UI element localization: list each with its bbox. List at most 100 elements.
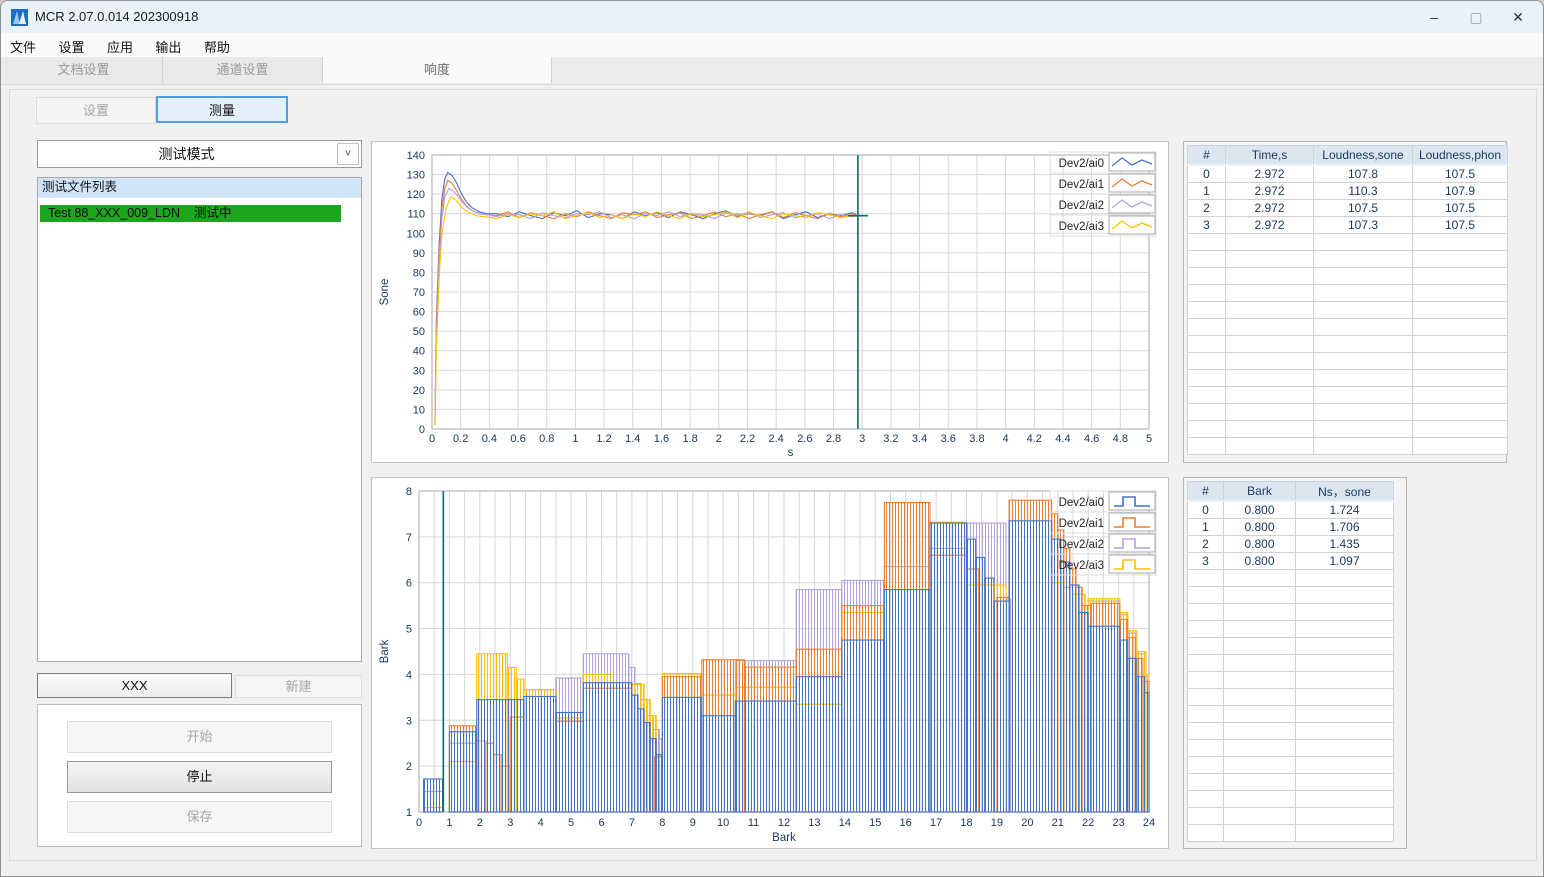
app-logo-icon — [11, 9, 28, 26]
menu-apply[interactable]: 应用 — [98, 33, 142, 60]
table-row — [1187, 824, 1394, 842]
table-row — [1187, 386, 1508, 404]
bark-table-panel: # Bark Ns，sone 0 0.800 1.724 1 0.800 1.706 2 0.800… — [1183, 477, 1407, 849]
svg-text:3: 3 — [859, 433, 865, 445]
svg-text:1: 1 — [406, 807, 412, 819]
subtab-settings[interactable]: 设置 — [36, 97, 156, 124]
menu-help[interactable]: 帮助 — [195, 33, 239, 60]
svg-text:0.2: 0.2 — [453, 433, 468, 445]
col-header: Time,s — [1225, 145, 1314, 166]
table-row — [1187, 267, 1508, 285]
table-row: 3 2.972 107.3 107.5 — [1187, 216, 1508, 234]
svg-text:5: 5 — [1146, 433, 1152, 445]
menu-file[interactable]: 文件 — [1, 33, 45, 60]
svg-text:15: 15 — [869, 817, 881, 829]
col-header: Loudness,phon — [1412, 145, 1508, 166]
table-row — [1187, 420, 1508, 438]
svg-text:Bark: Bark — [379, 639, 391, 663]
svg-text:60: 60 — [413, 307, 425, 319]
table-row — [1187, 403, 1508, 421]
menu-output[interactable]: 输出 — [146, 33, 190, 60]
col-header: # — [1187, 481, 1224, 502]
table-row — [1187, 773, 1394, 791]
list-item[interactable]: Test 88_XXX_009_LDN 测试中 — [40, 205, 341, 222]
svg-text:7: 7 — [629, 817, 635, 829]
svg-text:4.4: 4.4 — [1055, 433, 1070, 445]
svg-text:3.4: 3.4 — [912, 433, 927, 445]
svg-text:0: 0 — [416, 817, 422, 829]
save-button[interactable]: 保存 — [67, 801, 332, 833]
table-row — [1187, 620, 1394, 638]
svg-text:1.2: 1.2 — [596, 433, 611, 445]
svg-text:5: 5 — [568, 817, 574, 829]
svg-text:Dev2/ai0: Dev2/ai0 — [1059, 497, 1104, 509]
col-header: Ns，sone — [1295, 481, 1394, 502]
specific-loudness-chart-panel: 0 1 2 3 4 5 6 7 8 9 10 11 12 13 14 15 16 17 18 19 20 21 22 23 24… — [371, 477, 1169, 849]
menu-settings[interactable]: 设置 — [49, 33, 93, 60]
svg-text:Dev2/ai1: Dev2/ai1 — [1059, 518, 1104, 530]
svg-text:1.8: 1.8 — [682, 433, 697, 445]
svg-text:4.2: 4.2 — [1027, 433, 1042, 445]
tab-bar: 文档设置 通道设置 响度 — [1, 57, 1543, 85]
start-button[interactable]: 开始 — [67, 721, 332, 753]
svg-text:6: 6 — [598, 817, 604, 829]
svg-text:Dev2/ai3: Dev2/ai3 — [1059, 221, 1104, 233]
chevron-down-icon[interactable]: ˅ — [337, 143, 359, 165]
test-mode-select[interactable]: 测试模式 ˅ — [37, 140, 362, 168]
svg-text:2: 2 — [406, 761, 412, 773]
specific-loudness-chart: 0 1 2 3 4 5 6 7 8 9 10 11 12 13 14 15 16 17 18 19 20 21 22 23 24… — [379, 486, 1157, 844]
svg-text:8: 8 — [659, 817, 665, 829]
svg-text:0.8: 0.8 — [539, 433, 554, 445]
minimize-button[interactable]: – — [1411, 1, 1457, 33]
table-row — [1187, 671, 1394, 689]
svg-text:100: 100 — [407, 228, 425, 240]
stop-button[interactable]: 停止 — [67, 761, 332, 793]
tab-loudness[interactable]: 响度 — [323, 57, 552, 83]
table-row — [1187, 705, 1394, 723]
tab-document-settings[interactable]: 文档设置 — [5, 57, 163, 83]
file-name: Test 88_XXX_009_LDN — [48, 206, 181, 220]
svg-text:2.8: 2.8 — [826, 433, 841, 445]
loudness-time-chart-panel: 0 0.2 0.4 0.6 0.8 1 1.2 1.4 1.6 1.8 2 2.2 2.4 2.6 2.8 3… — [371, 141, 1169, 463]
svg-text:22: 22 — [1082, 817, 1094, 829]
table-row — [1187, 301, 1508, 319]
svg-text:30: 30 — [413, 365, 425, 377]
table-row — [1187, 284, 1508, 302]
svg-text:0: 0 — [429, 433, 435, 445]
col-header: # — [1187, 145, 1226, 166]
xxx-button[interactable]: XXX — [37, 673, 232, 698]
svg-text:Dev2/ai2: Dev2/ai2 — [1059, 200, 1104, 212]
table-row — [1187, 739, 1394, 757]
svg-text:90: 90 — [413, 248, 425, 260]
table-row — [1187, 654, 1394, 672]
application-window: MCR 2.07.0.014 202300918 – ▢ ✕ 文件 设置 应用 … — [0, 0, 1544, 877]
svg-text:s: s — [788, 447, 794, 459]
test-file-list-header: 测试文件列表 — [38, 178, 361, 198]
svg-text:2.4: 2.4 — [769, 433, 784, 445]
table-row — [1187, 569, 1394, 587]
svg-text:4: 4 — [406, 669, 412, 681]
svg-text:16: 16 — [900, 817, 912, 829]
svg-text:3.8: 3.8 — [969, 433, 984, 445]
tab-channel-settings[interactable]: 通道设置 — [163, 57, 323, 83]
svg-text:Sone: Sone — [379, 279, 391, 306]
svg-text:13: 13 — [808, 817, 820, 829]
maximize-button[interactable]: ▢ — [1453, 1, 1499, 33]
table-row: 3 0.800 1.097 — [1187, 552, 1394, 570]
new-button[interactable]: 新建 — [235, 675, 362, 698]
col-header: Bark — [1223, 481, 1296, 502]
svg-text:130: 130 — [407, 170, 425, 182]
subtab-measure[interactable]: 测量 — [156, 96, 288, 123]
svg-text:120: 120 — [407, 189, 425, 201]
svg-text:1.6: 1.6 — [654, 433, 669, 445]
svg-text:0.4: 0.4 — [482, 433, 497, 445]
svg-text:20: 20 — [1021, 817, 1033, 829]
svg-text:23: 23 — [1112, 817, 1124, 829]
loudness-time-chart: 0 0.2 0.4 0.6 0.8 1 1.2 1.4 1.6 1.8 2 2.2 2.4 2.6 2.8 3… — [379, 150, 1157, 459]
svg-text:5: 5 — [406, 624, 412, 636]
svg-text:0: 0 — [419, 424, 425, 436]
table-row — [1187, 369, 1508, 387]
close-button[interactable]: ✕ — [1495, 1, 1541, 33]
svg-text:10: 10 — [413, 404, 425, 416]
menu-bar: 文件 设置 应用 输出 帮助 — [1, 33, 1543, 57]
